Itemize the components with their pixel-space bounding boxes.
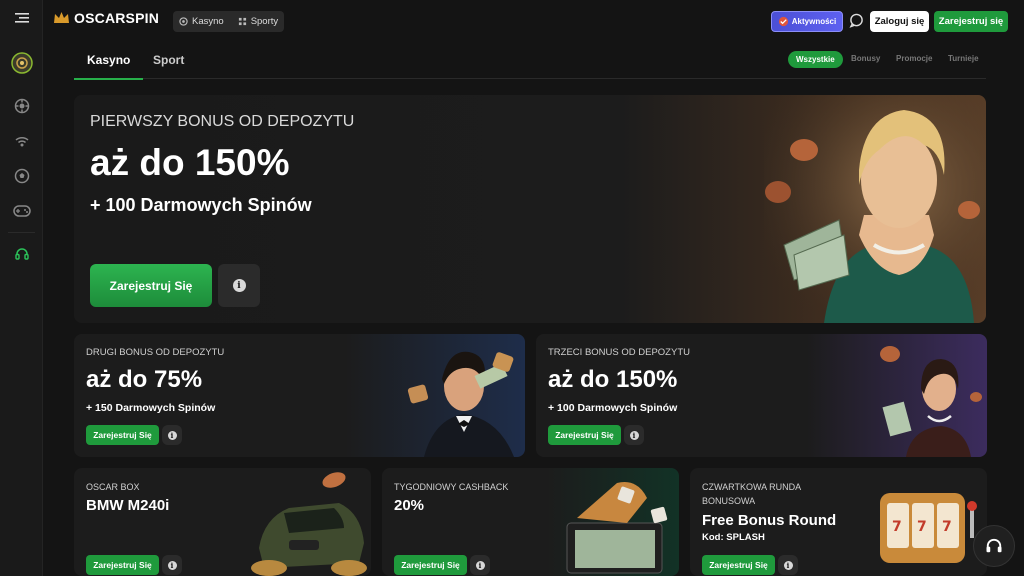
hero-subtitle: + 100 Darmowych Spinów bbox=[90, 195, 312, 215]
nav-casino[interactable]: Kasyno bbox=[179, 16, 224, 27]
thursday-bonus-card: CZWARTKOWA RUNDA BONUSOWA Free Bonus Rou… bbox=[690, 468, 987, 576]
hero-kicker: PIERWSZY BONUS OD DEPOZYTU bbox=[90, 113, 355, 130]
cashback-register-button[interactable]: Zarejestruj Się bbox=[394, 555, 467, 575]
hero-promo-card: PIERWSZY BONUS OD DEPOZYTU aż do 150% + … bbox=[74, 95, 986, 323]
activity-icon bbox=[778, 16, 788, 27]
oscar-box-kicker: OSCAR BOX bbox=[86, 482, 140, 492]
bmw-car-illustration bbox=[251, 472, 367, 576]
activity-label: Aktywności bbox=[791, 17, 837, 26]
brand-name: OSCARSPIN bbox=[74, 10, 160, 26]
third-deposit-card: TRZECI BONUS OD DEPOZYTU aż do 150% + 10… bbox=[536, 334, 987, 457]
oscar-box-register-button[interactable]: Zarejestruj Się bbox=[86, 555, 159, 575]
category-tabs: Kasyno Sport Wszystkie Bonusy Promocje T… bbox=[73, 46, 986, 80]
weekly-cashback-card: TYGODNIOWY CASHBACK 20% Zarejestruj Się … bbox=[382, 468, 679, 576]
nav-sports[interactable]: Sporty bbox=[238, 16, 278, 27]
chip-icon bbox=[179, 17, 188, 26]
filter-tournaments[interactable]: Turnieje bbox=[948, 54, 979, 63]
cashback-title: 20% bbox=[394, 497, 425, 514]
svg-text:7: 7 bbox=[942, 519, 952, 535]
man-in-tuxedo-illustration bbox=[407, 351, 514, 457]
nav-sports-label: Sporty bbox=[250, 16, 279, 27]
second-deposit-info-button[interactable]: i bbox=[162, 425, 182, 445]
casino-chip-icon[interactable] bbox=[0, 91, 43, 121]
third-deposit-kicker: TRZECI BONUS OD DEPOZYTU bbox=[548, 347, 690, 358]
cashback-info-button[interactable]: i bbox=[470, 555, 490, 575]
hero-register-button[interactable]: Zarejestruj Się bbox=[90, 264, 212, 307]
oscar-box-card: OSCAR BOX BMW M240i Zarejestruj Się i bbox=[74, 468, 371, 576]
third-deposit-info-button[interactable]: i bbox=[624, 425, 644, 445]
thursday-kicker-line1: CZWARTKOWA RUNDA bbox=[702, 482, 802, 492]
headset-icon bbox=[986, 538, 1002, 553]
register-button[interactable]: Zarejestruj się bbox=[934, 11, 1008, 32]
slot-machine-illustration: 7 7 7 bbox=[880, 493, 977, 563]
chat-icon[interactable] bbox=[849, 13, 864, 33]
sports-grid-icon bbox=[238, 17, 246, 26]
filter-bonuses[interactable]: Bonusy bbox=[851, 54, 880, 63]
third-deposit-title: aż do 150% bbox=[548, 366, 678, 393]
nav-casino-label: Kasyno bbox=[192, 16, 224, 27]
info-icon: i bbox=[475, 560, 485, 570]
hero-woman-illustration bbox=[764, 95, 986, 323]
briefcase-money-illustration bbox=[566, 482, 668, 574]
info-icon: i bbox=[629, 430, 639, 440]
sidebar bbox=[0, 0, 43, 576]
woman-with-money-illustration bbox=[880, 346, 982, 457]
menu-icon[interactable] bbox=[0, 3, 43, 33]
oscar-box-title: BMW M240i bbox=[86, 497, 170, 514]
filter-promotions[interactable]: Promocje bbox=[896, 54, 932, 63]
thursday-title: Free Bonus Round bbox=[702, 512, 837, 529]
login-button[interactable]: Zaloguj się bbox=[870, 11, 929, 32]
thursday-kicker-line2: BONUSOWA bbox=[702, 496, 756, 506]
tab-casino[interactable]: Kasyno bbox=[73, 53, 144, 80]
wheel-icon[interactable] bbox=[0, 48, 43, 78]
product-switcher: Kasyno Sporty bbox=[173, 11, 285, 32]
crown-icon bbox=[54, 12, 69, 23]
svg-text:7: 7 bbox=[892, 519, 902, 535]
info-icon: i bbox=[167, 560, 177, 570]
football-icon[interactable] bbox=[0, 161, 43, 191]
thursday-register-button[interactable]: Zarejestruj Się bbox=[702, 555, 775, 575]
oscar-box-info-button[interactable]: i bbox=[162, 555, 182, 575]
svg-text:7: 7 bbox=[917, 519, 927, 535]
activity-button[interactable]: Aktywności bbox=[771, 11, 843, 32]
info-icon: i bbox=[783, 560, 793, 570]
thursday-kicker: CZWARTKOWA RUNDA BONUSOWA bbox=[702, 480, 801, 508]
second-deposit-register-button[interactable]: Zarejestruj Się bbox=[86, 425, 159, 445]
tab-sport[interactable]: Sport bbox=[153, 53, 184, 67]
bonus-code: Kod: SPLASH bbox=[702, 532, 765, 543]
brand-logo[interactable]: OSCARSPIN bbox=[53, 10, 159, 26]
second-deposit-kicker: DRUGI BONUS OD DEPOZYTU bbox=[86, 347, 225, 358]
info-icon: i bbox=[232, 279, 246, 292]
hero-info-button[interactable]: i bbox=[218, 264, 260, 307]
third-deposit-register-button[interactable]: Zarejestruj Się bbox=[548, 425, 621, 445]
filter-all[interactable]: Wszystkie bbox=[788, 51, 843, 68]
hero-title: aż do 150% bbox=[90, 142, 290, 183]
live-signal-icon[interactable] bbox=[0, 126, 43, 156]
sidebar-divider bbox=[8, 232, 35, 233]
top-bar: OSCARSPIN Kasyno Sporty Aktywności Zalog… bbox=[43, 0, 1024, 42]
third-deposit-subtitle: + 100 Darmowych Spinów bbox=[548, 402, 678, 414]
cashback-kicker: TYGODNIOWY CASHBACK bbox=[394, 482, 509, 492]
thursday-info-button[interactable]: i bbox=[778, 555, 798, 575]
second-deposit-card: DRUGI BONUS OD DEPOZYTU aż do 75% + 150 … bbox=[74, 334, 525, 457]
second-deposit-subtitle: + 150 Darmowych Spinów bbox=[86, 402, 216, 414]
info-icon: i bbox=[167, 430, 177, 440]
support-headset-icon[interactable] bbox=[0, 239, 43, 269]
gamepad-icon[interactable] bbox=[0, 196, 43, 226]
second-deposit-title: aż do 75% bbox=[86, 366, 203, 393]
live-support-button[interactable] bbox=[973, 525, 1015, 567]
